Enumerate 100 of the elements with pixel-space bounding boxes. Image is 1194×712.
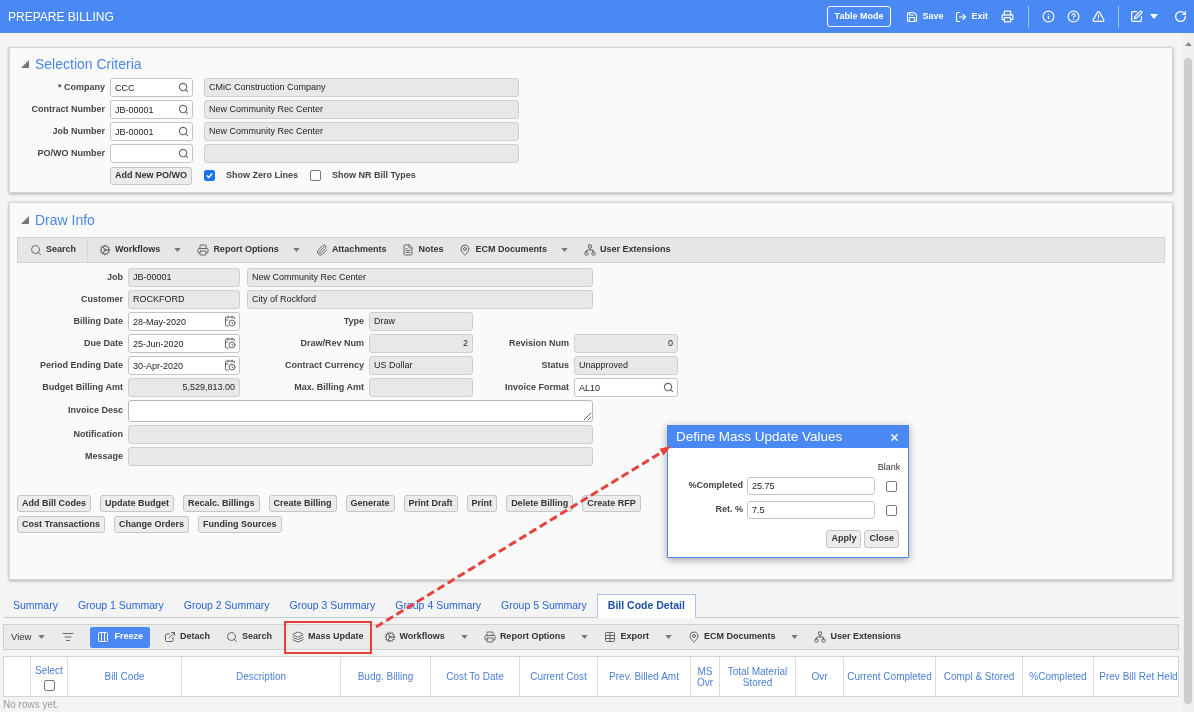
caret-icon[interactable] [38,635,46,639]
collapse-triangle-icon[interactable] [21,60,29,68]
lookup-field[interactable]: JB-00001 [110,100,193,119]
toolbar-button[interactable]: Report Options [475,625,574,649]
caret-icon[interactable] [664,635,672,639]
dialog-button[interactable]: Close [864,530,899,548]
checkbox[interactable] [43,679,55,691]
toolbar-button[interactable]: Workflows [375,625,453,649]
caret-icon[interactable] [174,248,182,252]
column-header[interactable]: Description [182,657,341,696]
refresh-icon[interactable] [1174,10,1187,23]
search-icon[interactable] [663,382,674,393]
calendar-icon[interactable] [224,359,236,371]
caret-icon[interactable] [460,635,468,639]
search-icon[interactable] [178,104,189,115]
tab[interactable]: Summary [3,595,68,617]
info-icon[interactable] [1042,10,1055,23]
toolbar-button[interactable]: Notes [394,238,452,262]
tab[interactable]: Bill Code Detail [596,594,696,618]
column-header[interactable]: Compl & Stored [936,657,1023,696]
action-button[interactable]: Update Budget [100,495,174,512]
warning-icon[interactable] [1092,10,1105,23]
tab[interactable]: Group 3 Summary [279,595,386,617]
dialog-button[interactable]: Apply [826,530,862,548]
action-button[interactable]: Delete Billing [506,495,574,512]
toolbar-button[interactable]: Search [217,625,280,649]
add-button[interactable]: Add New PO/WO [110,166,192,185]
checkbox[interactable] [885,480,897,492]
action-button[interactable]: Recalc. Billings [183,495,260,512]
calendar-icon[interactable] [224,337,236,349]
toolbar-button[interactable]: ECM Documents [451,238,555,262]
caret-icon[interactable] [581,635,589,639]
readonly-field: New Community Rec Center [204,122,519,141]
toolbar-button[interactable]: Search [22,238,85,262]
help-icon[interactable] [1067,10,1080,23]
tab[interactable]: Group 5 Summary [491,595,597,617]
tab[interactable]: Group 1 Summary [67,595,174,617]
action-button[interactable]: Create RFP [582,495,641,512]
date-field[interactable]: 25-Jun-2020 [128,334,240,353]
action-button[interactable]: Change Orders [114,516,190,533]
toolbar-button[interactable]: User Extensions [806,625,909,649]
caret-icon[interactable] [560,248,568,252]
close-icon[interactable] [889,431,900,443]
date-field[interactable]: 30-Apr-2020 [128,356,240,375]
lookup-field[interactable]: JB-00001 [110,122,193,141]
toolbar-button[interactable]: Export [596,625,657,649]
checkbox[interactable] [204,170,215,181]
search-icon[interactable] [178,148,189,159]
column-header[interactable]: MS Ovr [691,657,720,696]
collapse-triangle-icon[interactable] [21,216,29,224]
caret-icon[interactable] [791,635,799,639]
scroll-up-icon[interactable] [1184,42,1192,46]
action-button[interactable]: Create Billing [268,495,337,512]
search-icon[interactable] [178,126,189,137]
input-field[interactable]: 25.75 [747,477,875,495]
scrollbar[interactable] [1182,33,1194,712]
scrollbar-thumb[interactable] [1184,58,1192,704]
column-header[interactable]: Prev. Billed Amt [598,657,691,696]
calendar-icon[interactable] [224,315,236,327]
exit-icon [955,10,968,23]
field-label: Period Ending Date [39,358,123,372]
search-icon[interactable] [178,82,189,93]
textarea-field[interactable] [128,400,593,422]
pin-icon [459,244,472,256]
action-button[interactable]: Add Bill Codes [17,495,91,512]
toolbar-button[interactable]: Detach [155,625,218,649]
edit-icon[interactable] [1130,10,1143,23]
lookup-field[interactable] [110,144,193,163]
print-icon[interactable] [1001,10,1014,23]
column-header[interactable]: Current Cost [520,657,598,696]
action-button[interactable]: Cost Transactions [17,516,106,533]
action-button[interactable]: Print [466,495,498,512]
column-header[interactable]: Ovr [796,657,844,696]
caret-icon[interactable] [1150,14,1158,19]
filter-icon[interactable] [62,631,75,643]
action-button[interactable]: Print Draft [403,495,458,512]
column-header[interactable]: Total Material Stored [720,657,796,696]
column-header[interactable]: %Completed [1023,657,1094,696]
column-header[interactable]: Current Completed [844,657,936,696]
column-header[interactable]: Budg. Billing [341,657,431,696]
checkbox[interactable] [310,170,321,181]
column-header[interactable]: Cost To Date [431,657,520,696]
lookup-field[interactable]: CCC [110,78,193,97]
toolbar-button[interactable]: Attachments [307,238,395,262]
caret-icon[interactable] [292,248,300,252]
input-field[interactable]: 7.5 [747,501,875,519]
toolbar-button[interactable]: ECM Documents [679,625,784,649]
toolbar-button[interactable]: Mass Update [284,620,372,654]
checkbox[interactable] [885,504,897,516]
column-header[interactable]: Bill Code [68,657,182,696]
action-button[interactable]: Funding Sources [198,516,282,533]
toolbar-button[interactable]: Report Options [189,238,287,262]
tab[interactable]: Group 2 Summary [173,595,280,617]
action-button[interactable]: Generate [345,495,395,512]
field-label: Budget Billing Amt [41,380,123,394]
toolbar-button[interactable]: User Extensions [575,238,679,262]
date-field[interactable]: 28-May-2020 [128,312,240,331]
lookup-field[interactable]: AL10 [574,378,678,397]
view-menu[interactable]: View [9,629,34,645]
toolbar-button[interactable]: Workflows [91,238,169,262]
